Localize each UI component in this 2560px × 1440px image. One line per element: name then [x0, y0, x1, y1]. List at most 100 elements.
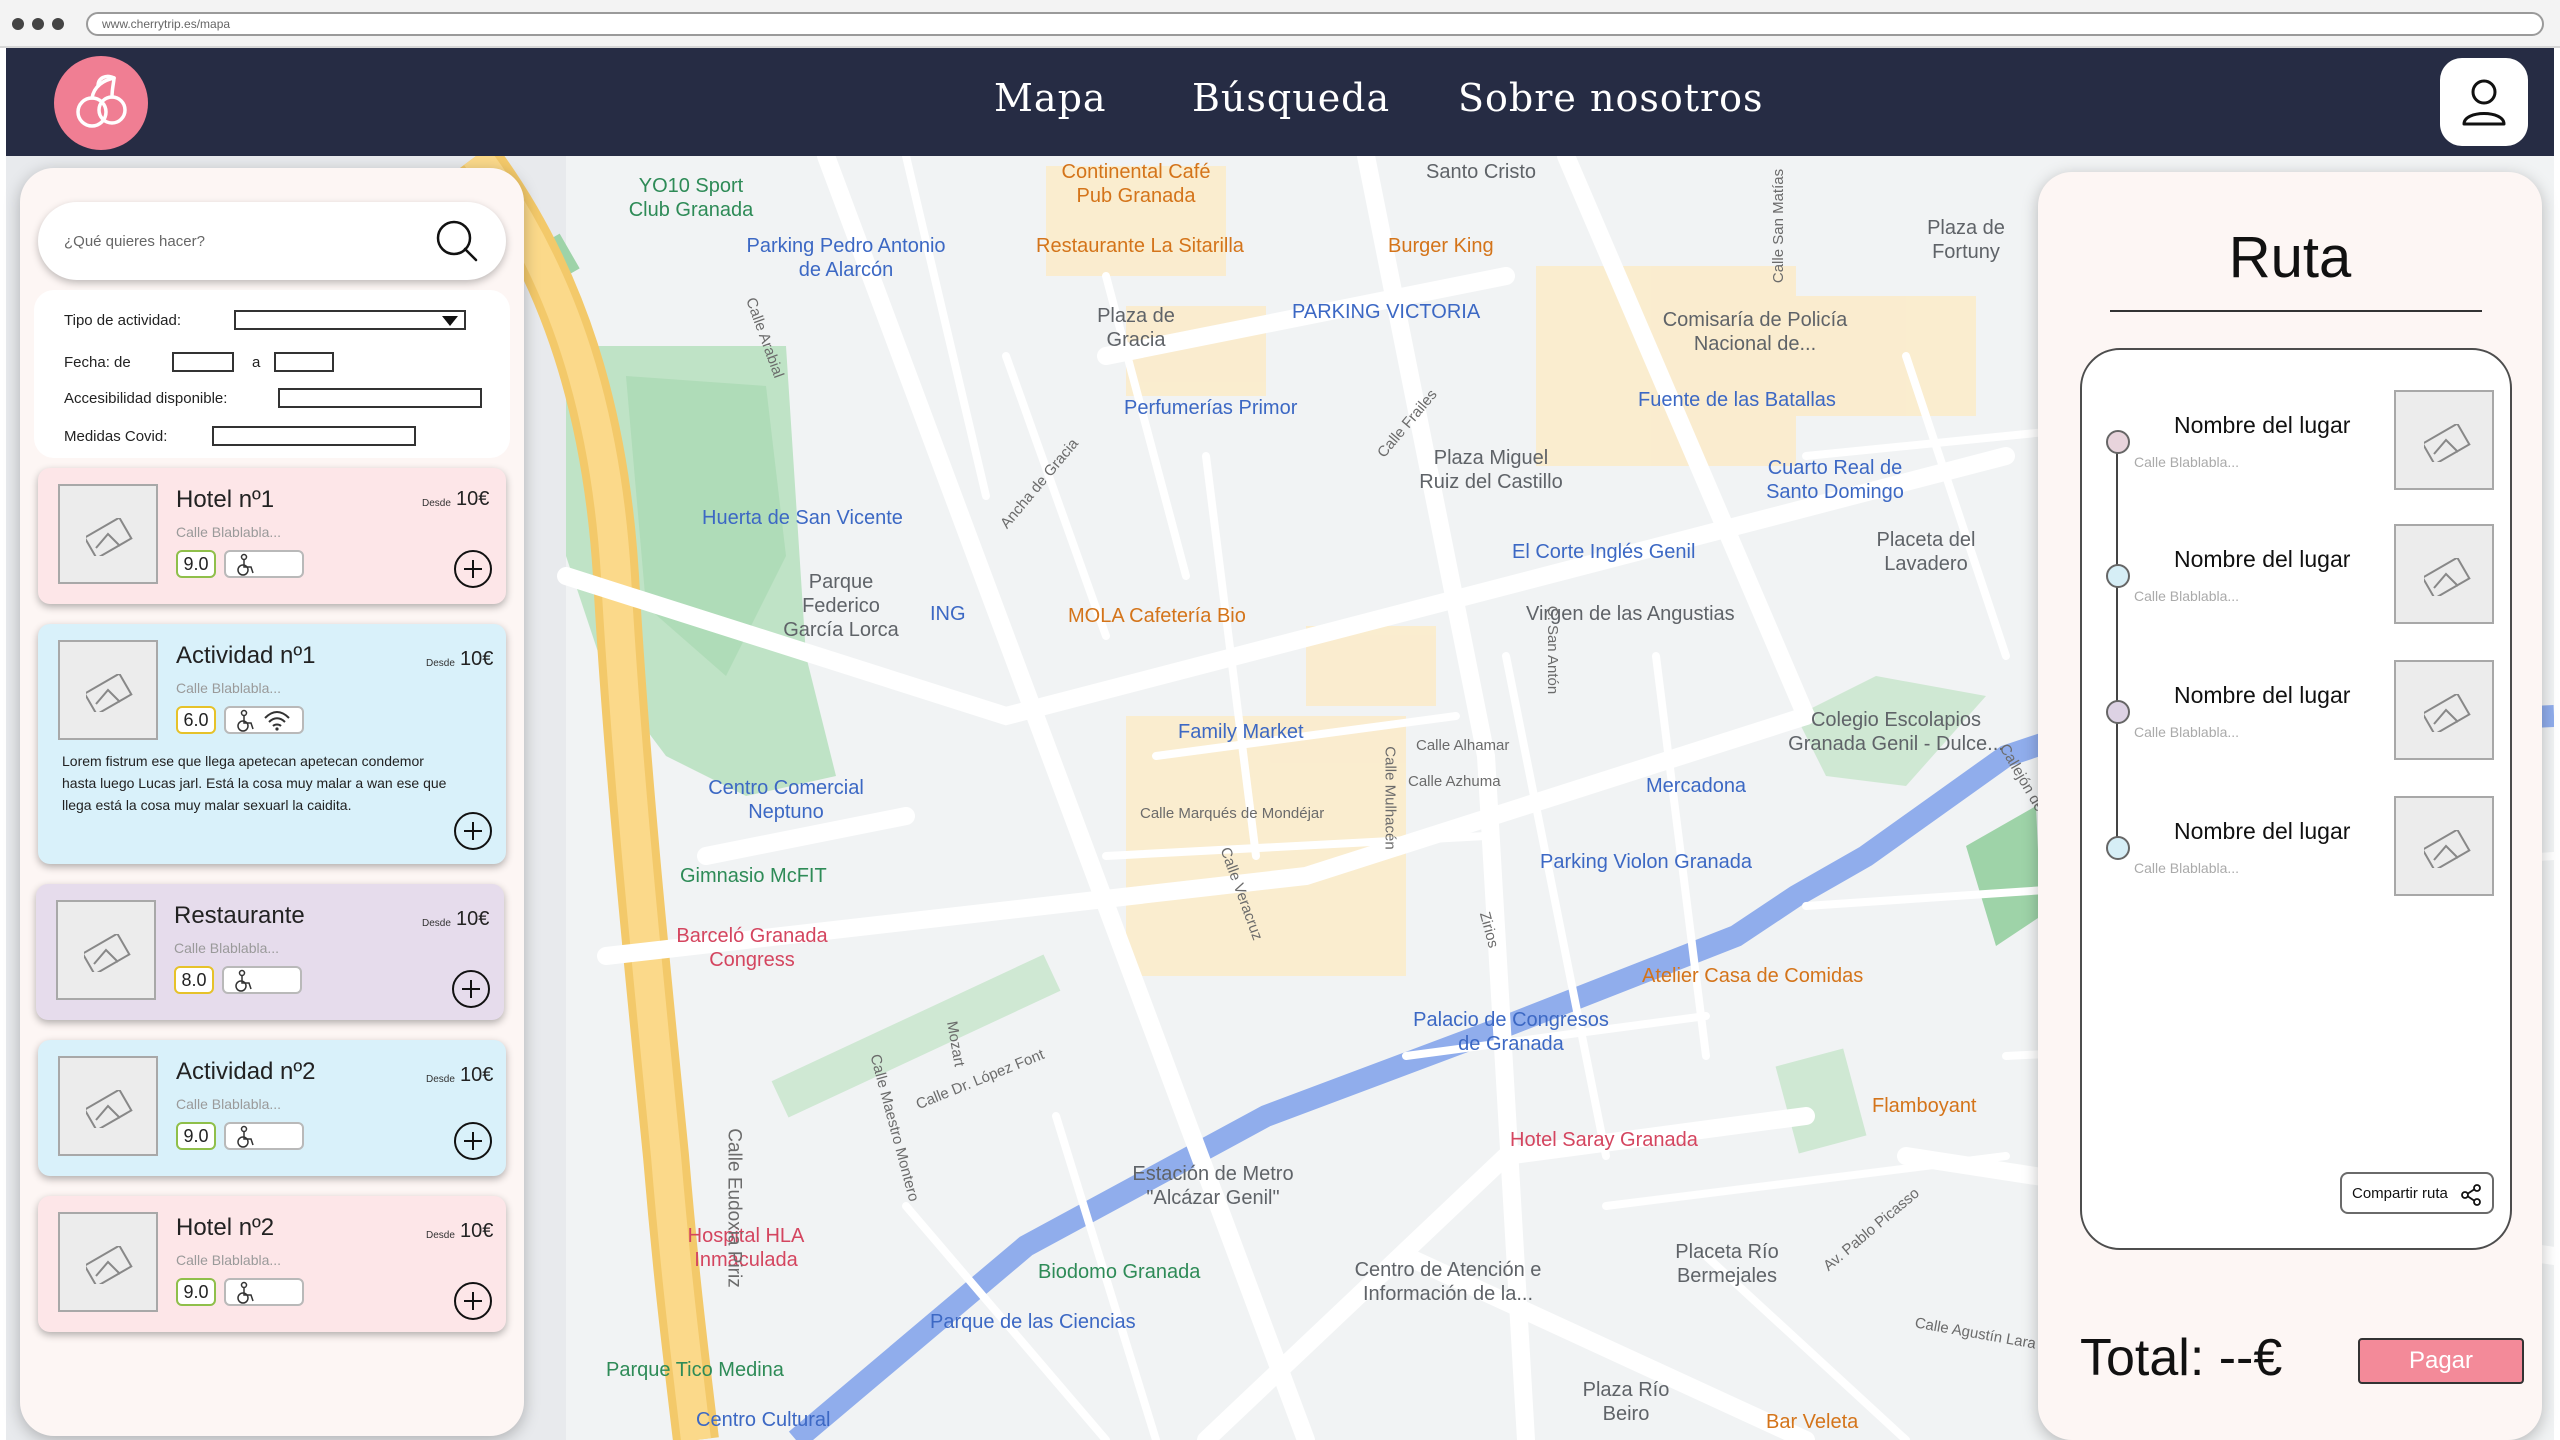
search-bar — [38, 202, 506, 280]
map-label[interactable]: Centro Cultural — [696, 1408, 831, 1432]
map-label[interactable]: Perfumerías Primor — [1124, 396, 1297, 420]
route-total: Total: --€ — [2080, 1329, 2283, 1387]
price-from-label: Desde — [426, 1074, 455, 1085]
stop-image[interactable] — [2394, 390, 2494, 490]
search-icon[interactable] — [434, 218, 480, 264]
pay-button[interactable]: Pagar — [2358, 1338, 2524, 1384]
map-label[interactable]: Bar Veleta — [1766, 1410, 1858, 1434]
add-to-route-button[interactable] — [454, 812, 492, 850]
card-address: Calle Blablabla... — [176, 524, 282, 540]
map-label[interactable]: Hotel Saray Granada — [1510, 1128, 1698, 1152]
result-card[interactable]: Actividad nº2 Calle Blablabla... Desde 1… — [38, 1040, 506, 1176]
add-to-route-button[interactable] — [454, 550, 492, 588]
card-title: Restaurante — [174, 902, 305, 929]
map-label[interactable]: YO10 Sport Club Granada — [616, 174, 766, 222]
map-label[interactable]: Family Market — [1178, 720, 1304, 744]
map-label[interactable]: Parque de las Ciencias — [930, 1310, 1136, 1334]
title-divider — [2110, 310, 2482, 312]
place-image — [56, 900, 156, 1000]
wheelchair-icon — [237, 709, 254, 732]
nav-link-sobre-nosotros[interactable]: Sobre nosotros — [1458, 76, 1764, 120]
map-label[interactable]: Biodomo Granada — [1038, 1260, 1200, 1284]
add-to-route-button[interactable] — [454, 1282, 492, 1320]
window-dot-close[interactable] — [12, 18, 24, 30]
map-label[interactable]: Parque Federico García Lorca — [776, 570, 906, 642]
map-label[interactable]: Hospital HLA Inmaculada — [676, 1224, 816, 1272]
timeline-dot — [2106, 564, 2130, 588]
nav-link-busqueda[interactable]: Búsqueda — [1192, 76, 1390, 120]
rating-badge: 9.0 — [176, 1278, 216, 1306]
map-label[interactable]: Comisaría de Policía Nacional de... — [1650, 308, 1860, 356]
map-label[interactable]: PARKING VICTORIA — [1292, 300, 1480, 324]
map-label[interactable]: Plaza Río Beiro — [1566, 1378, 1686, 1426]
user-profile-button[interactable] — [2440, 58, 2528, 146]
map-label[interactable]: Atelier Casa de Comidas — [1642, 964, 1863, 988]
result-card[interactable]: Hotel nº2 Calle Blablabla... Desde 10€ 9… — [38, 1196, 506, 1332]
accessibility-input[interactable] — [278, 388, 482, 408]
covid-measures-input[interactable] — [212, 426, 416, 446]
map-label[interactable]: Parque Tico Medina — [606, 1358, 784, 1382]
add-to-route-button[interactable] — [452, 970, 490, 1008]
map-label[interactable]: Parking Pedro Antonio de Alarcón — [746, 234, 946, 282]
window-dot-maximize[interactable] — [52, 18, 64, 30]
accessibility-badge — [224, 1122, 304, 1150]
stop-image[interactable] — [2394, 660, 2494, 760]
map-label[interactable]: ING — [930, 602, 966, 626]
stop-image[interactable] — [2394, 796, 2494, 896]
map-label[interactable]: Burger King — [1388, 234, 1494, 258]
wheelchair-icon — [235, 969, 252, 992]
accessibility-badge — [222, 966, 302, 994]
street-label: Calle Eudoxia Piriz — [723, 1128, 745, 1288]
map-label[interactable]: Parking Violon Granada — [1540, 850, 1752, 874]
share-route-label: Compartir ruta — [2352, 1184, 2448, 1202]
date-from-input[interactable] — [172, 352, 234, 372]
result-card[interactable]: Restaurante Calle Blablabla... Desde 10€… — [36, 884, 504, 1020]
map-label[interactable]: Placeta Río Bermejales — [1662, 1240, 1792, 1288]
stop-address: Calle Blablabla... — [2134, 724, 2240, 740]
map-label[interactable]: Santo Cristo — [1426, 160, 1536, 184]
result-card[interactable]: Hotel nº1 Calle Blablabla... Desde 10€ 9… — [38, 468, 506, 604]
price-from-label: Desde — [422, 918, 451, 929]
map-label[interactable]: Restaurante La Sitarilla — [1036, 234, 1244, 258]
window-dot-minimize[interactable] — [32, 18, 44, 30]
map-label[interactable]: Plaza Miguel Ruiz del Castillo — [1416, 446, 1566, 494]
result-card[interactable]: Actividad nº1 Calle Blablabla... Desde 1… — [38, 624, 506, 864]
image-placeholder-icon — [2424, 830, 2471, 868]
image-placeholder-icon — [2424, 424, 2471, 462]
map-label[interactable]: El Corte Inglés Genil — [1512, 540, 1695, 564]
search-input[interactable] — [64, 224, 424, 258]
map-label[interactable]: Colegio Escolapios Granada Genil - Dulce… — [1786, 708, 2006, 756]
add-to-route-button[interactable] — [454, 1122, 492, 1160]
accessibility-badge — [224, 706, 304, 734]
stop-image[interactable] — [2394, 524, 2494, 624]
map-label[interactable]: Centro Comercial Neptuno — [696, 776, 876, 824]
map-label[interactable]: Placeta del Lavadero — [1866, 528, 1986, 576]
map-label[interactable]: Palacio de Congresos de Granada — [1406, 1008, 1616, 1056]
map-label[interactable]: Plaza de Fortuny — [1916, 216, 2016, 264]
street-label: Calle Marqués de Mondéjar — [1140, 805, 1325, 822]
card-title: Actividad nº2 — [176, 1058, 316, 1085]
map-label[interactable]: Plaza de Gracia — [1086, 304, 1186, 352]
map-label[interactable]: Fuente de las Batallas — [1638, 388, 1836, 412]
share-route-button[interactable]: Compartir ruta — [2340, 1172, 2494, 1214]
activity-type-select[interactable] — [234, 310, 466, 330]
map-label[interactable]: Cuarto Real de Santo Domingo — [1750, 456, 1920, 504]
top-navbar: Mapa Búsqueda Sobre nosotros — [6, 48, 2554, 156]
map-label[interactable]: Huerta de San Vicente — [702, 506, 903, 530]
share-icon — [2461, 1184, 2481, 1206]
map-label[interactable]: Mercadona — [1646, 774, 1746, 798]
date-to-input[interactable] — [274, 352, 334, 372]
map-label[interactable]: MOLA Cafetería Bio — [1068, 604, 1246, 628]
map-label[interactable]: Gimnasio McFIT — [680, 864, 827, 888]
map-label[interactable]: Flamboyant — [1872, 1094, 1977, 1118]
url-bar[interactable]: www.cherrytrip.es/mapa — [86, 12, 2544, 36]
map-label[interactable]: Continental Café Pub Granada — [1046, 160, 1226, 208]
cherry-logo-icon[interactable] — [54, 56, 148, 150]
map-label[interactable]: Barceló Granada Congress — [672, 924, 832, 972]
map-label[interactable]: Estación de Metro "Alcázar Genil" — [1118, 1162, 1308, 1210]
price-from-label: Desde — [426, 658, 455, 669]
map-label[interactable]: Centro de Atención e Información de la..… — [1348, 1258, 1548, 1306]
image-placeholder-icon — [84, 934, 131, 972]
route-stops-list: Nombre del lugar Calle Blablabla... Nomb… — [2080, 348, 2512, 1250]
nav-link-mapa[interactable]: Mapa — [994, 76, 1107, 120]
